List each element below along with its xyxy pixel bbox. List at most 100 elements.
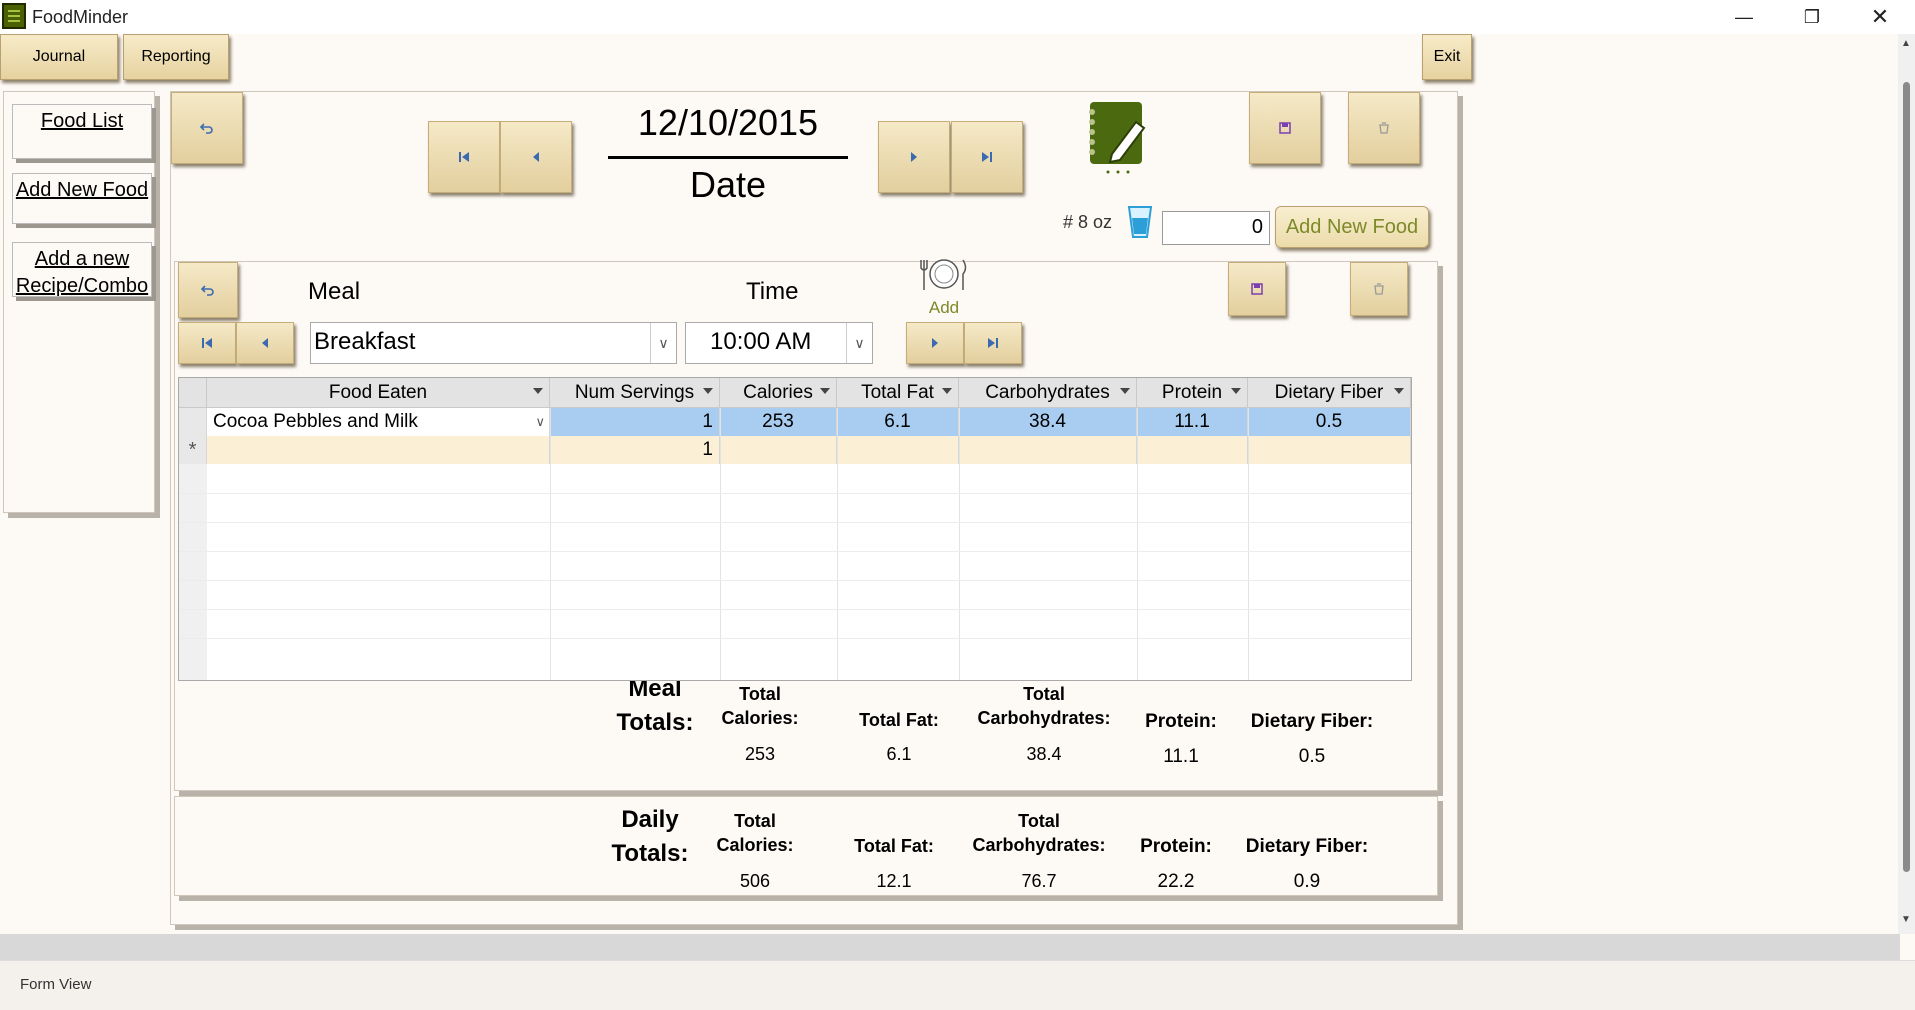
sort-arrow-icon[interactable] bbox=[1120, 388, 1130, 394]
grid-line bbox=[179, 609, 1411, 610]
column-header-dietary-fiber[interactable]: Dietary Fiber bbox=[1248, 378, 1411, 408]
grid-line bbox=[720, 408, 721, 680]
save-meal-button[interactable] bbox=[1228, 262, 1286, 316]
next-day-button[interactable] bbox=[878, 121, 950, 193]
reporting-tab-button[interactable]: Reporting bbox=[123, 34, 229, 80]
row-selector[interactable] bbox=[179, 408, 207, 436]
delete-icon bbox=[1379, 122, 1389, 134]
sort-arrow-icon[interactable] bbox=[533, 388, 543, 394]
save-icon bbox=[1251, 283, 1263, 295]
grid-line bbox=[1248, 408, 1249, 680]
undo-icon bbox=[200, 123, 213, 134]
fat-cell bbox=[837, 436, 959, 464]
status-bar: Form View bbox=[0, 960, 1915, 1010]
column-header-label: Calories bbox=[743, 381, 813, 403]
scroll-up-icon[interactable]: ▲ bbox=[1901, 38, 1911, 49]
add-meal-label[interactable]: Add bbox=[920, 298, 968, 318]
previous-meal-button[interactable] bbox=[236, 322, 294, 364]
previous-record-icon bbox=[262, 338, 268, 348]
app-title: FoodMinder bbox=[32, 7, 129, 27]
time-select-value: 10:00 AM bbox=[710, 328, 812, 355]
daily-totals-panel: Daily Totals: Total Calories: 506 Total … bbox=[174, 796, 1438, 896]
scrollbar-thumb[interactable] bbox=[1903, 82, 1910, 872]
horizontal-band bbox=[0, 934, 1900, 960]
column-header-num-servings[interactable]: Num Servings bbox=[550, 378, 720, 408]
vertical-scrollbar[interactable]: ▲ ▼ bbox=[1898, 34, 1915, 934]
delete-meal-button[interactable] bbox=[1350, 262, 1408, 316]
grid-line bbox=[179, 638, 1411, 639]
calories-cell: 253 bbox=[720, 408, 837, 436]
add-new-food-link[interactable]: Add New Food bbox=[12, 173, 152, 224]
sort-arrow-icon[interactable] bbox=[942, 388, 952, 394]
restore-icon[interactable]: ❐ bbox=[1778, 0, 1846, 34]
first-day-button[interactable] bbox=[428, 121, 500, 193]
meal-total-fat-label: Total Fat: bbox=[859, 710, 939, 730]
fat-cell: 6.1 bbox=[837, 408, 959, 436]
column-header-food-eaten[interactable]: Food Eaten bbox=[207, 378, 550, 408]
plate-cutlery-icon[interactable] bbox=[919, 258, 969, 292]
column-header-protein[interactable]: Protein bbox=[1137, 378, 1248, 408]
last-meal-button[interactable] bbox=[964, 322, 1022, 364]
water-input[interactable]: 0 bbox=[1162, 211, 1270, 245]
daily-total-calories-value: 506 bbox=[739, 871, 771, 891]
delete-day-button[interactable] bbox=[1348, 92, 1420, 164]
chevron-down-icon[interactable]: ∨ bbox=[650, 323, 676, 363]
journal-notebook-icon[interactable] bbox=[1086, 100, 1150, 176]
fiber-cell bbox=[1248, 436, 1411, 464]
exit-button[interactable]: Exit bbox=[1422, 34, 1472, 80]
minimize-icon[interactable]: — bbox=[1710, 0, 1778, 34]
undo-meal-button[interactable] bbox=[178, 262, 238, 318]
journal-date[interactable]: 12/10/2015 bbox=[608, 102, 848, 148]
first-meal-button[interactable] bbox=[178, 322, 236, 364]
sort-arrow-icon[interactable] bbox=[1231, 388, 1241, 394]
sort-arrow-icon[interactable] bbox=[1394, 388, 1404, 394]
food-list-link[interactable]: Food List bbox=[12, 104, 152, 159]
close-icon[interactable]: ✕ bbox=[1846, 0, 1914, 34]
time-select[interactable]: 10:00 AM ∨ bbox=[685, 322, 873, 364]
sort-arrow-icon[interactable] bbox=[820, 388, 830, 394]
fiber-cell: 0.5 bbox=[1248, 408, 1411, 436]
next-meal-button[interactable] bbox=[906, 322, 964, 364]
column-header-calories[interactable]: Calories bbox=[720, 378, 837, 408]
column-header-carbohydrates[interactable]: Carbohydrates bbox=[959, 378, 1137, 408]
carbs-cell bbox=[959, 436, 1137, 464]
num-servings-cell[interactable]: 1 bbox=[550, 408, 720, 436]
column-header-total-fat[interactable]: Total Fat bbox=[837, 378, 959, 408]
add-recipe-link[interactable]: Add a new Recipe/Combo bbox=[12, 242, 152, 297]
meal-select[interactable]: Breakfast ∨ bbox=[310, 322, 677, 364]
save-day-button[interactable] bbox=[1249, 92, 1321, 164]
food-datasheet[interactable]: Food Eaten Num Servings Calories Total F… bbox=[178, 377, 1412, 681]
grid-line bbox=[179, 493, 1411, 494]
daily-total-fiber-value: 0.9 bbox=[1293, 871, 1321, 892]
next-record-icon bbox=[932, 338, 938, 348]
scroll-down-icon[interactable]: ▼ bbox=[1901, 914, 1911, 925]
chevron-down-icon[interactable]: ∨ bbox=[535, 414, 545, 430]
new-record-row[interactable]: * 1 bbox=[179, 436, 1411, 464]
water-label: # 8 oz bbox=[1063, 212, 1113, 232]
grid-line bbox=[550, 408, 551, 680]
add-new-food-button[interactable]: Add New Food bbox=[1275, 206, 1429, 248]
undo-day-button[interactable] bbox=[171, 92, 243, 164]
meal-total-protein-label: Protein: bbox=[1145, 711, 1217, 732]
first-record-icon bbox=[459, 152, 469, 162]
meal-total-fat-value: 6.1 bbox=[886, 744, 912, 764]
column-header-label: Total Fat bbox=[861, 381, 934, 403]
meal-select-value: Breakfast bbox=[314, 328, 416, 355]
food-eaten-cell[interactable] bbox=[207, 436, 550, 464]
meal-total-fiber-label: Dietary Fiber: bbox=[1250, 711, 1374, 732]
sort-arrow-icon[interactable] bbox=[703, 388, 713, 394]
daily-total-fat-label: Total Fat: bbox=[854, 836, 934, 856]
select-all-corner[interactable] bbox=[179, 378, 207, 408]
num-servings-cell[interactable]: 1 bbox=[550, 436, 720, 464]
column-header-label: Food Eaten bbox=[328, 381, 428, 403]
chevron-down-icon[interactable]: ∨ bbox=[846, 323, 872, 363]
food-eaten-cell[interactable]: Cocoa Pebbles and Milk ∨ bbox=[207, 408, 550, 436]
previous-day-button[interactable] bbox=[500, 121, 572, 193]
daily-total-protein-label: Protein: bbox=[1140, 836, 1212, 857]
left-nav-panel: Food List Add New Food Add a new Recipe/… bbox=[3, 91, 155, 513]
journal-tab-button[interactable]: Journal bbox=[0, 34, 118, 80]
column-header-label: Protein bbox=[1161, 381, 1223, 403]
table-row[interactable]: Cocoa Pebbles and Milk ∨ 1 253 6.1 38.4 … bbox=[179, 408, 1411, 436]
meal-total-carbs-value: 38.4 bbox=[1026, 744, 1062, 764]
last-day-button[interactable] bbox=[951, 121, 1023, 193]
